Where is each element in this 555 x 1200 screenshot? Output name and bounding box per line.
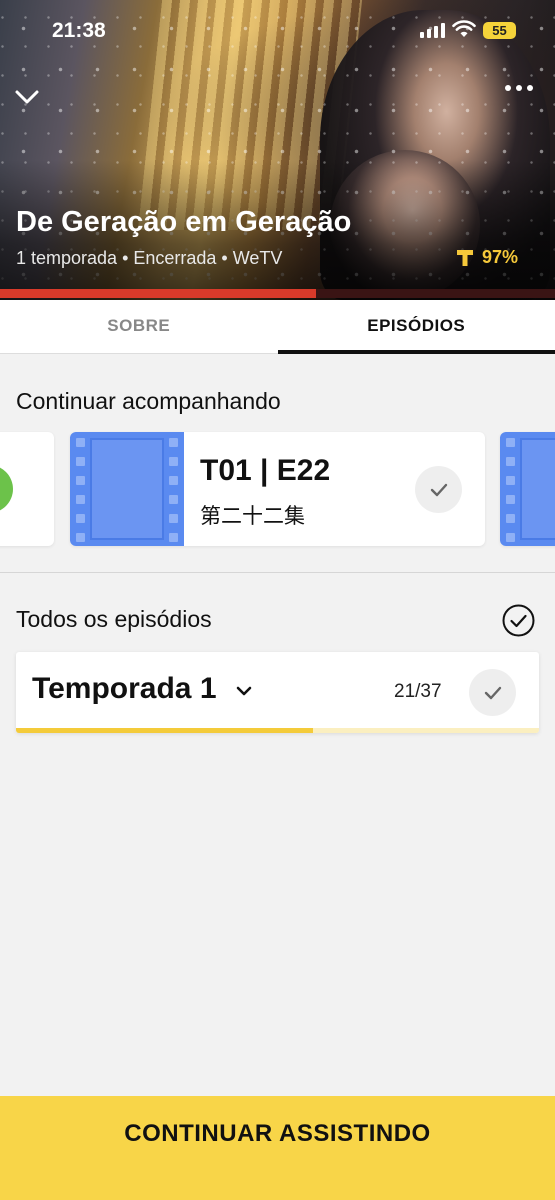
continue-section-title: Continuar acompanhando <box>16 388 281 414</box>
season-episode-count: 21/37 <box>394 681 442 702</box>
episode-card-previous[interactable] <box>0 432 54 546</box>
tab-bar: SOBRE EPISÓDIOS <box>0 300 555 354</box>
watched-check-icon <box>0 465 13 513</box>
show-title: De Geração em Geração <box>16 206 352 238</box>
more-icon[interactable] <box>505 85 533 91</box>
episode-card-current[interactable]: T01 | E22 第二十二集 <box>70 432 485 546</box>
season-selector[interactable]: Temporada 1 21/37 <box>16 652 539 733</box>
wifi-icon <box>452 20 476 37</box>
episode-name: 第二十二集 <box>200 504 305 528</box>
status-bar: 21:38 55 <box>0 0 555 60</box>
hero-banner: 21:38 55 De Geração em Geração 1 tempora… <box>0 0 555 300</box>
rating-t-icon <box>457 249 473 266</box>
show-progress-bar <box>0 289 555 298</box>
section-divider <box>0 572 555 573</box>
tab-episodios[interactable]: EPISÓDIOS <box>277 300 555 354</box>
check-icon <box>484 686 501 699</box>
rating: 97% <box>456 247 518 268</box>
check-icon <box>430 483 447 496</box>
film-icon <box>70 432 184 546</box>
chevron-down-icon[interactable] <box>234 684 254 698</box>
mark-watched-button[interactable] <box>415 466 462 513</box>
episode-card-next[interactable] <box>500 432 555 546</box>
signal-icon <box>420 22 445 38</box>
season-progress-bar <box>16 728 539 733</box>
mark-season-watched-button[interactable] <box>469 669 516 716</box>
season-progress-fill <box>16 728 314 733</box>
continue-watching-button[interactable]: CONTINUAR ASSISTINDO <box>0 1096 555 1200</box>
film-icon <box>500 432 555 546</box>
all-episodes-title: Todos os episódios <box>16 606 212 632</box>
battery-indicator: 55 <box>483 22 516 39</box>
status-time: 21:38 <box>52 19 106 42</box>
chevron-down-icon[interactable] <box>12 82 42 112</box>
check-circle-icon[interactable] <box>502 604 535 637</box>
show-meta: 1 temporada • Encerrada • WeTV <box>16 248 283 268</box>
episode-code: T01 | E22 <box>200 454 331 487</box>
tab-sobre[interactable]: SOBRE <box>0 300 278 353</box>
rating-value: 97% <box>482 247 519 267</box>
season-label: Temporada 1 <box>32 672 217 705</box>
show-progress-fill <box>0 289 317 298</box>
